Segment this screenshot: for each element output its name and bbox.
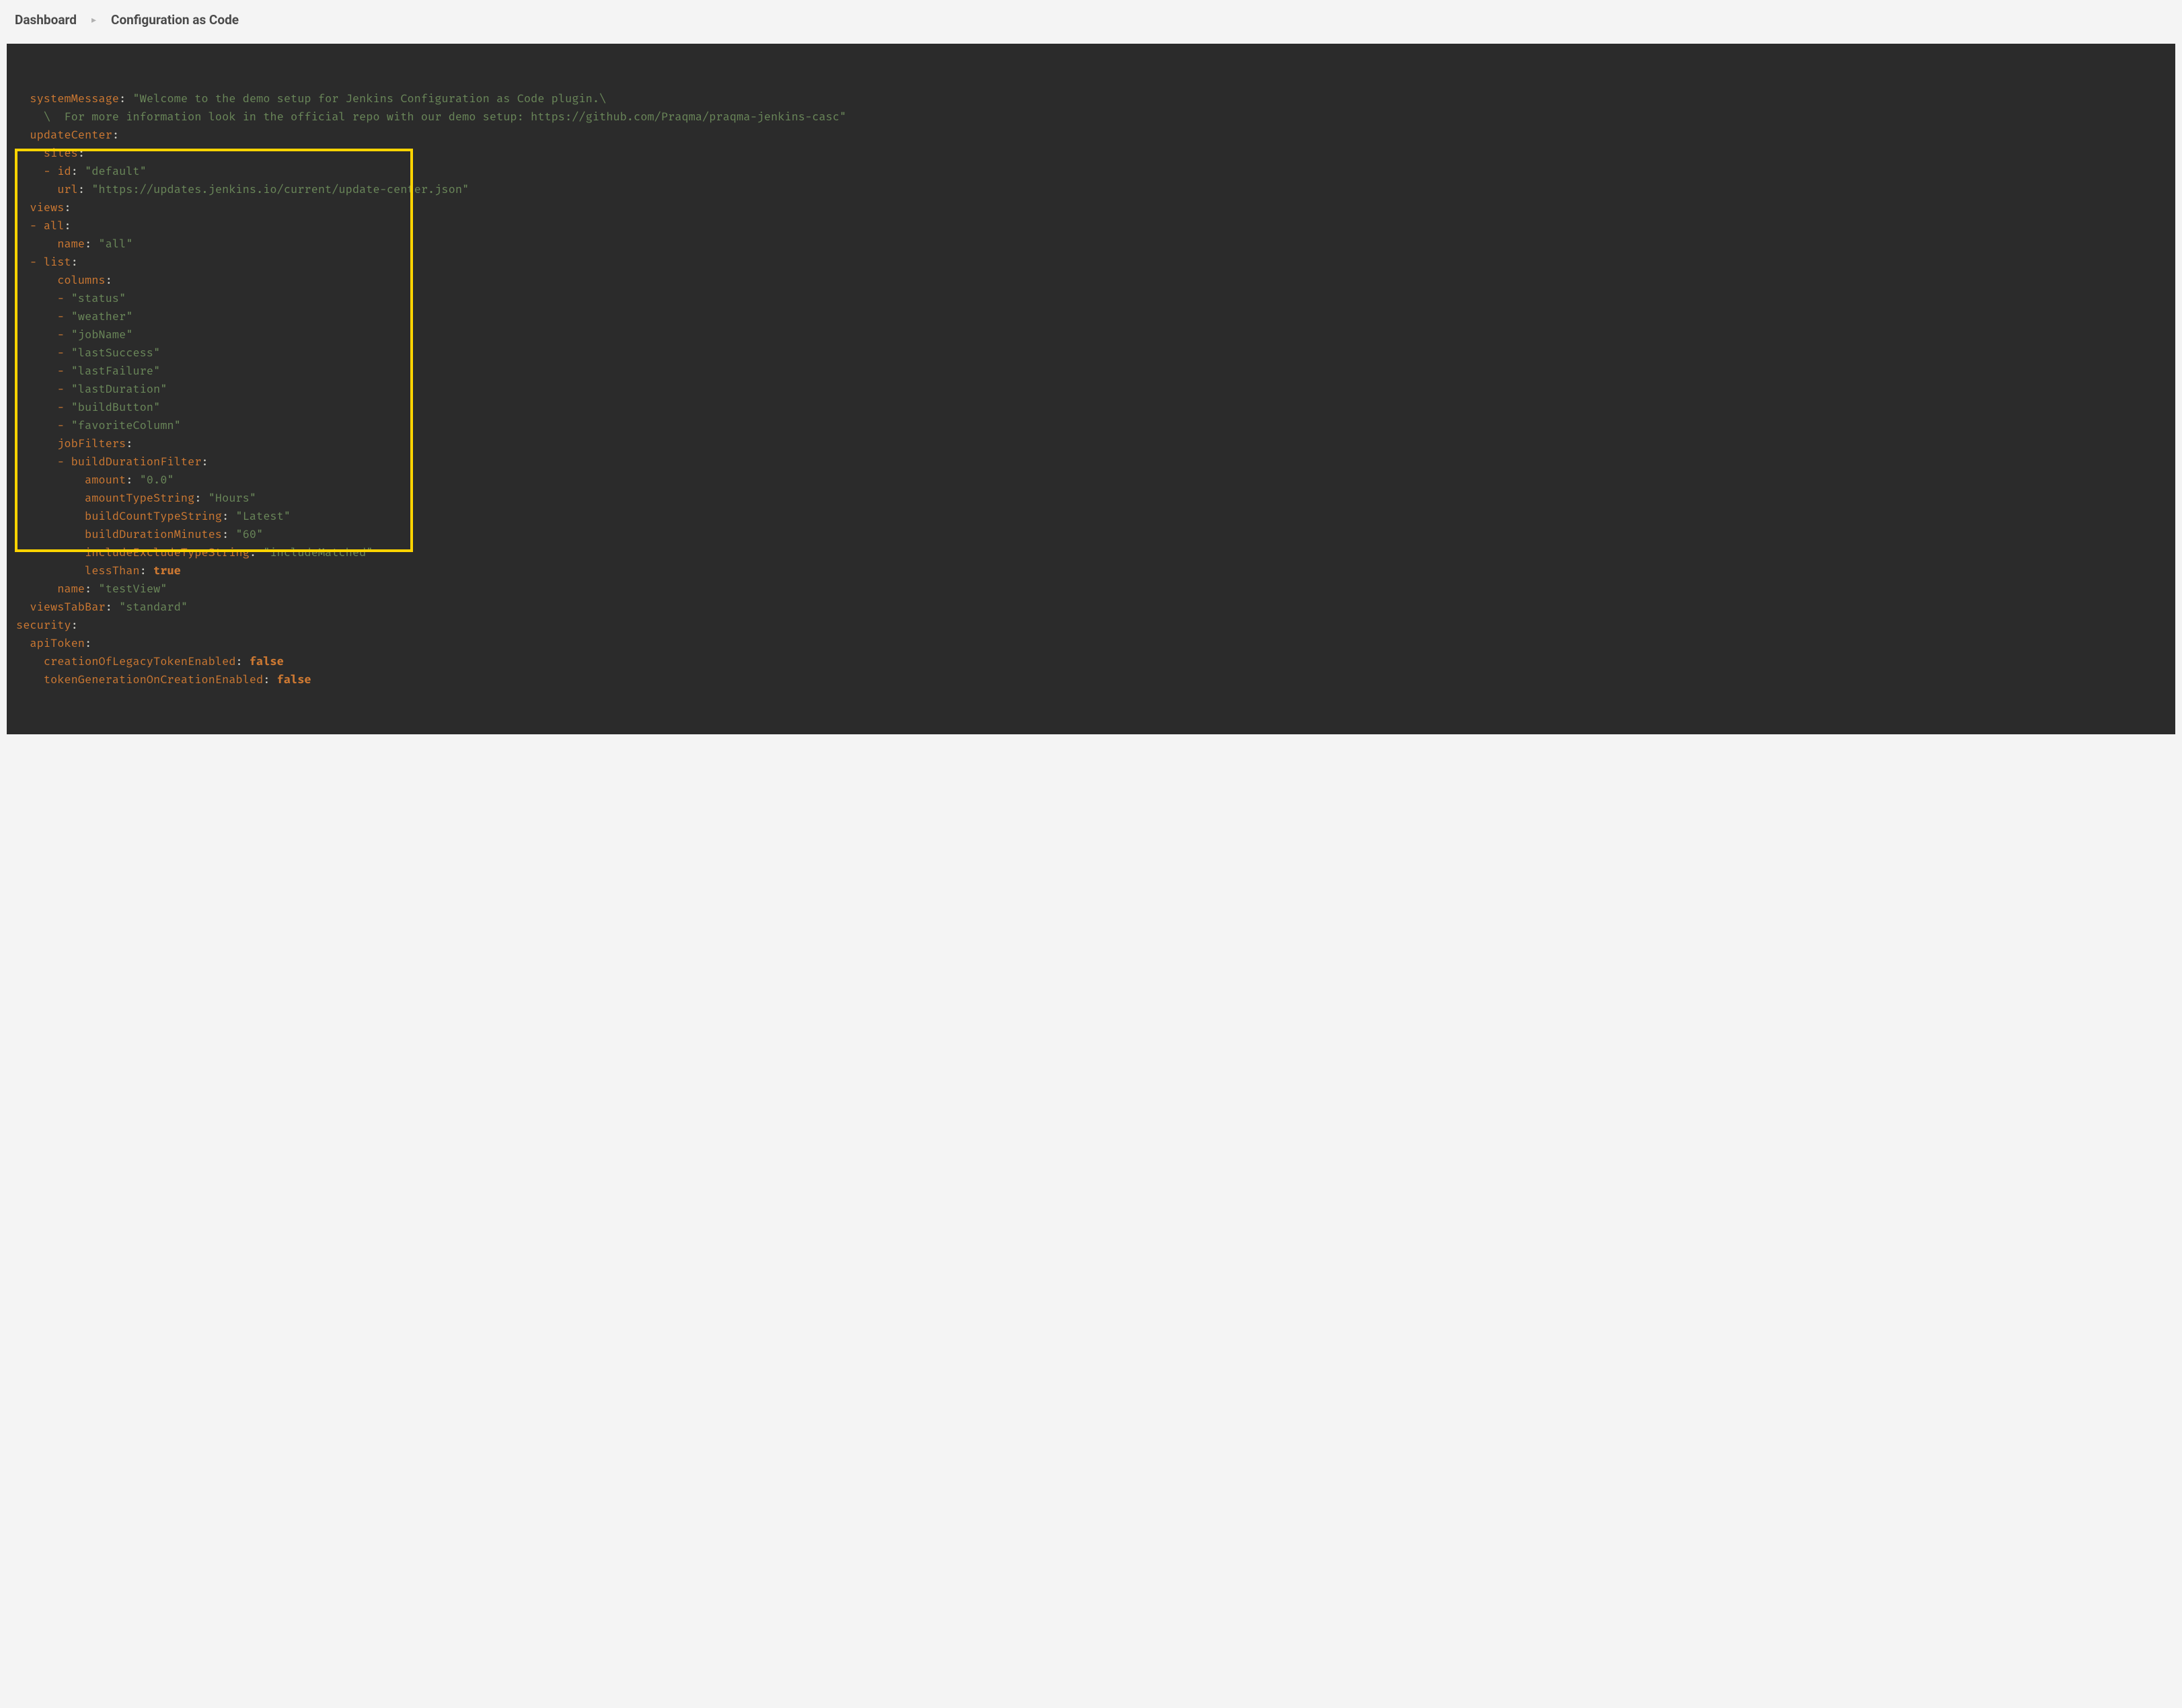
code-line: includeExcludeTypeString: "includeMatche… (16, 543, 2169, 561)
code-line: \ For more information look in the offic… (16, 108, 2169, 126)
code-line: systemMessage: "Welcome to the demo setu… (16, 89, 2169, 108)
code-line: buildDurationMinutes: "60" (16, 525, 2169, 543)
chevron-right-icon: ▸ (91, 15, 96, 26)
code-line: sites: (16, 144, 2169, 162)
code-line: viewsTabBar: "standard" (16, 598, 2169, 616)
code-line: creationOfLegacyTokenEnabled: false (16, 652, 2169, 670)
code-line: buildCountTypeString: "Latest" (16, 507, 2169, 525)
code-line: - "buildButton" (16, 398, 2169, 416)
code-line: url: "https://updates.jenkins.io/current… (16, 180, 2169, 198)
code-line: amount: "0.0" (16, 471, 2169, 489)
code-line: - "favoriteColumn" (16, 416, 2169, 434)
breadcrumb: Dashboard ▸ Configuration as Code (0, 0, 2182, 38)
code-line: - "jobName" (16, 325, 2169, 344)
code-line: - "lastFailure" (16, 362, 2169, 380)
code-line: - "lastSuccess" (16, 344, 2169, 362)
code-line: - "status" (16, 289, 2169, 307)
code-line: columns: (16, 271, 2169, 289)
code-line: lessThan: true (16, 561, 2169, 580)
code-line: tokenGenerationOnCreationEnabled: false (16, 670, 2169, 689)
code-line: - all: (16, 217, 2169, 235)
code-line: amountTypeString: "Hours" (16, 489, 2169, 507)
code-line: - "lastDuration" (16, 380, 2169, 398)
yaml-code-lines: systemMessage: "Welcome to the demo setu… (16, 89, 2169, 689)
code-line: updateCenter: (16, 126, 2169, 144)
code-line: - id: "default" (16, 162, 2169, 180)
code-line: name: "all" (16, 235, 2169, 253)
code-line: - buildDurationFilter: (16, 453, 2169, 471)
yaml-config-viewer: systemMessage: "Welcome to the demo setu… (7, 44, 2175, 734)
code-line: views: (16, 198, 2169, 217)
code-line: - list: (16, 253, 2169, 271)
code-line: apiToken: (16, 634, 2169, 652)
code-line: security: (16, 616, 2169, 634)
breadcrumb-dashboard[interactable]: Dashboard (15, 12, 77, 28)
code-line: - "weather" (16, 307, 2169, 325)
code-line: name: "testView" (16, 580, 2169, 598)
breadcrumb-current[interactable]: Configuration as Code (111, 12, 239, 28)
code-line: jobFilters: (16, 434, 2169, 453)
